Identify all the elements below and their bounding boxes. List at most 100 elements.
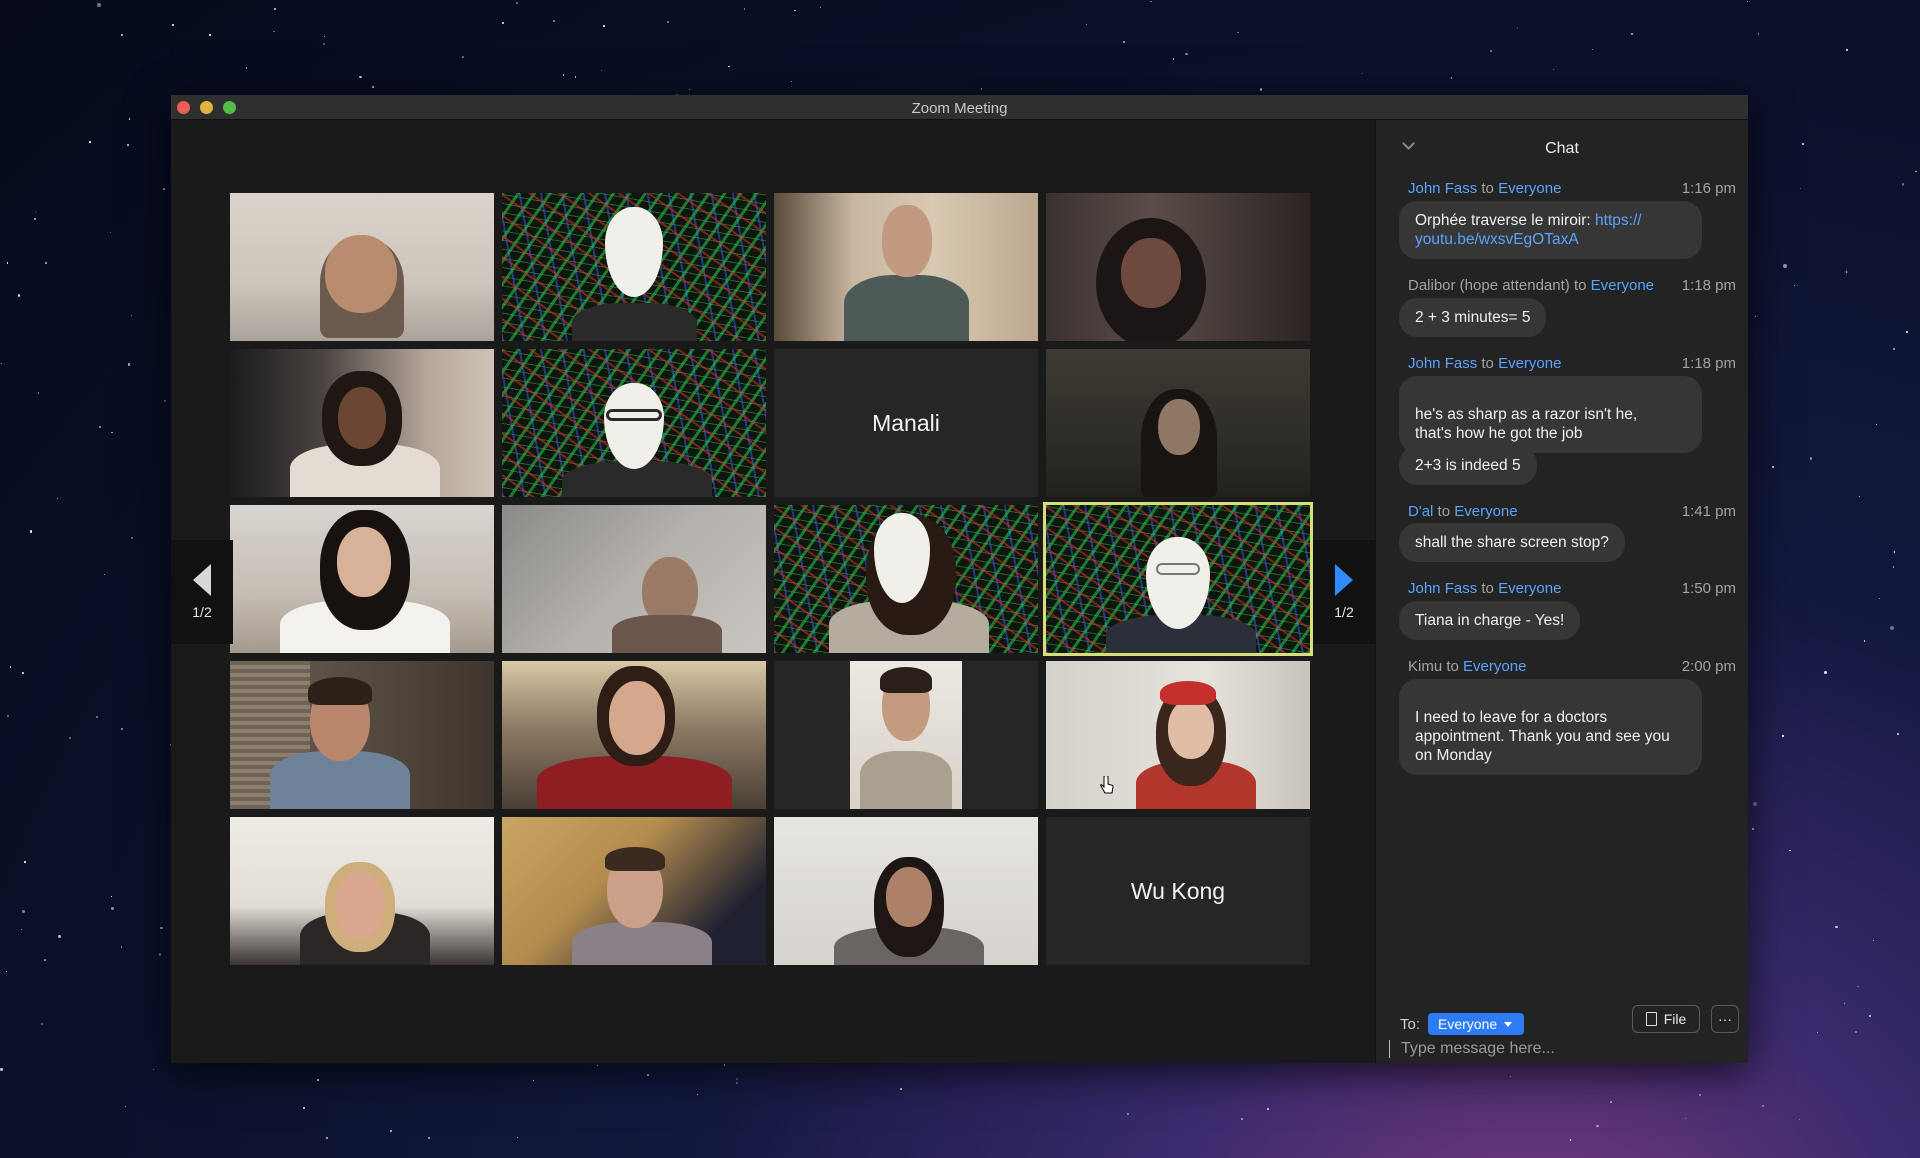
star: [735, 1081, 738, 1084]
star: [1835, 925, 1838, 929]
message-bubble: Tiana in charge - Yes!: [1399, 601, 1581, 640]
message-header: D'al to Everyone 1:41 pm: [1408, 503, 1736, 520]
star: [1901, 183, 1904, 186]
star: [1552, 68, 1555, 71]
page-indicator: 1/2: [192, 604, 212, 620]
video-tile[interactable]: [502, 817, 766, 965]
video-tile[interactable]: [502, 505, 766, 653]
message-text: Orphée traverse le miroir:: [1415, 212, 1596, 229]
video-tile[interactable]: [502, 349, 766, 497]
star: [1241, 1118, 1243, 1121]
next-page-button[interactable]: 1/2: [1313, 540, 1375, 644]
message-bubble: I need to leave for a doctors appointmen…: [1399, 679, 1702, 775]
star: [1868, 1014, 1871, 1017]
message-recipient[interactable]: Everyone: [1498, 355, 1561, 372]
video-tile[interactable]: [230, 349, 494, 497]
message-sender[interactable]: Kimu: [1408, 658, 1442, 675]
message-text: he's as sharp as a razor isn't he, that'…: [1415, 406, 1638, 442]
arrow-right-icon: [1335, 564, 1353, 596]
message-to-word: to: [1446, 658, 1459, 675]
message-text: 2+3 is indeed 5: [1415, 457, 1521, 474]
message-sender[interactable]: John Fass: [1408, 580, 1477, 597]
message-to-word: to: [1481, 180, 1494, 197]
message-recipient[interactable]: Everyone: [1498, 180, 1561, 197]
star: [1854, 1031, 1858, 1034]
to-label: To:: [1400, 1015, 1421, 1033]
star: [69, 737, 72, 740]
star: [516, 1137, 518, 1139]
star: [1823, 671, 1828, 675]
video-tile[interactable]: [1046, 193, 1310, 341]
hand-cursor-icon: [1100, 776, 1114, 794]
video-tile[interactable]: [774, 505, 1038, 653]
star: [37, 392, 39, 394]
participant-name: Wu Kong: [1130, 877, 1226, 904]
star: [6, 262, 9, 265]
video-tile[interactable]: [774, 193, 1038, 341]
video-tile[interactable]: [502, 661, 766, 809]
star: [1816, 1031, 1819, 1034]
video-tile[interactable]: [1046, 661, 1310, 809]
message-recipient[interactable]: Everyone: [1454, 503, 1517, 520]
star: [111, 895, 113, 897]
star: [1802, 143, 1805, 145]
star: [1872, 939, 1875, 942]
star: [5, 971, 7, 973]
message-sender[interactable]: Dalibor (hope attendant): [1408, 277, 1570, 294]
video-tile[interactable]: [1046, 349, 1310, 497]
star: [1596, 1124, 1599, 1128]
star: [160, 926, 163, 930]
video-tile[interactable]: [230, 505, 494, 653]
message-time: 1:41 pm: [1681, 503, 1736, 520]
message-input[interactable]: [1401, 1040, 1739, 1058]
star: [209, 34, 212, 36]
star: [131, 537, 134, 540]
star: [22, 672, 24, 675]
star: [1591, 49, 1593, 51]
video-tile-name-only[interactable]: Manali: [774, 349, 1038, 497]
star: [1122, 41, 1125, 44]
star: [44, 959, 47, 961]
video-tile[interactable]: [774, 817, 1038, 965]
message-text: I need to leave for a doctors appointmen…: [1415, 709, 1670, 764]
message-header: Dalibor (hope attendant) to Everyone 1:1…: [1408, 277, 1736, 294]
star: [1892, 347, 1895, 350]
star: [1127, 1113, 1130, 1116]
recipient-dropdown[interactable]: Everyone: [1428, 1013, 1525, 1035]
message-recipient[interactable]: Everyone: [1463, 658, 1526, 675]
message-sender[interactable]: D'al: [1408, 503, 1433, 520]
file-button[interactable]: File: [1632, 1005, 1700, 1033]
video-tile[interactable]: [230, 661, 494, 809]
video-tile[interactable]: [774, 661, 1038, 809]
video-tile[interactable]: [230, 193, 494, 341]
star: [1896, 732, 1899, 735]
message-text: 2 + 3 minutes= 5: [1415, 309, 1531, 326]
message-sender[interactable]: John Fass: [1408, 180, 1477, 197]
star: [501, 22, 504, 24]
video-tile[interactable]: [502, 193, 766, 341]
star: [743, 8, 746, 10]
message-header: John Fass to Everyone 1:16 pm: [1408, 180, 1736, 197]
zoom-window: Zoom Meeting Manali Wu Kong 1/2 1/2 Chat…: [171, 95, 1748, 1063]
recipient-value: Everyone: [1438, 1016, 1498, 1032]
video-tile[interactable]: [230, 817, 494, 965]
star: [128, 118, 131, 120]
star: [666, 21, 670, 24]
star: [34, 218, 37, 220]
message-recipient[interactable]: Everyone: [1591, 277, 1654, 294]
more-options-button[interactable]: ···: [1711, 1005, 1739, 1033]
star: [1799, 1119, 1801, 1121]
star: [0, 1068, 3, 1071]
message-sender[interactable]: John Fass: [1408, 355, 1477, 372]
message-recipient[interactable]: Everyone: [1498, 580, 1561, 597]
message-input-row: [1389, 1037, 1739, 1061]
star: [596, 1064, 599, 1066]
previous-page-button[interactable]: 1/2: [171, 540, 233, 644]
video-tile-active-speaker[interactable]: [1043, 502, 1313, 656]
video-tile-name-only[interactable]: Wu Kong: [1046, 817, 1310, 965]
star: [111, 431, 113, 433]
star: [1685, 1117, 1687, 1119]
star: [1878, 597, 1880, 599]
star: [390, 1129, 393, 1133]
star: [1267, 1107, 1270, 1111]
